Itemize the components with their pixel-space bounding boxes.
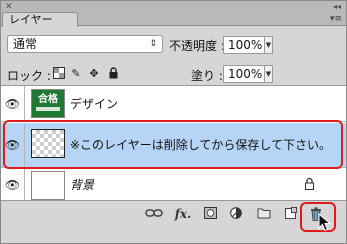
updown-arrow-icon: ⇕ <box>149 39 157 49</box>
fx-icon[interactable]: fx. <box>174 207 192 221</box>
folder-icon[interactable] <box>257 207 271 221</box>
blend-mode-value: 通常 <box>13 37 38 51</box>
opacity-label: 不透明度 : <box>169 39 225 53</box>
panel-menu-icon[interactable]: ▾≡ <box>330 13 342 25</box>
layer-row-design[interactable]: 👁 合格 デザイン <box>1 86 346 122</box>
panel-tab-bar: ✕ レイヤー ◂◂ ▾≡ <box>1 1 346 27</box>
fill-input[interactable]: 100% <box>223 65 265 83</box>
lock-image-pixels-icon[interactable]: ✎ <box>70 67 82 80</box>
lock-transparent-pixels-icon[interactable] <box>53 67 65 80</box>
layer-name[interactable]: デザイン <box>70 97 118 111</box>
new-layer-icon[interactable] <box>284 207 297 221</box>
link-layers-icon[interactable] <box>145 207 163 221</box>
layers-panel: ✕ レイヤー ◂◂ ▾≡ 通常 ⇕ 不透明度 : 100% ▼ ロック : ✎ … <box>0 0 347 244</box>
fill-label: 塗り : <box>191 69 223 83</box>
close-icon[interactable]: ✕ <box>5 2 13 12</box>
fill-dropdown-button[interactable]: ▼ <box>264 65 273 83</box>
collapse-icon[interactable]: ◂◂ <box>333 2 341 12</box>
lock-label: ロック : <box>7 69 51 83</box>
highlight-outline <box>3 120 343 169</box>
adjustment-layer-icon[interactable] <box>229 207 243 221</box>
visibility-eye-icon[interactable]: 👁 <box>1 169 25 200</box>
layer-name[interactable]: 背景 <box>70 178 94 192</box>
tab-layers[interactable]: レイヤー <box>2 12 78 27</box>
visibility-eye-icon[interactable]: 👁 <box>1 86 25 121</box>
cursor-pointer-icon <box>318 212 332 233</box>
thumbnail-text: 合格 <box>38 94 58 105</box>
opacity-input[interactable]: 100% <box>223 36 265 54</box>
layer-row-background[interactable]: 👁 背景 <box>1 169 346 201</box>
blend-mode-select[interactable]: 通常 ⇕ <box>7 35 163 53</box>
layer-lock-icon <box>304 177 315 190</box>
lock-position-icon[interactable]: ✥ <box>88 67 100 80</box>
layer-thumbnail <box>31 171 65 200</box>
layer-thumbnail: 合格 <box>31 89 65 118</box>
opacity-dropdown-button[interactable]: ▼ <box>264 36 273 54</box>
layer-mask-icon[interactable] <box>203 207 217 221</box>
lock-all-icon[interactable] <box>107 67 119 80</box>
